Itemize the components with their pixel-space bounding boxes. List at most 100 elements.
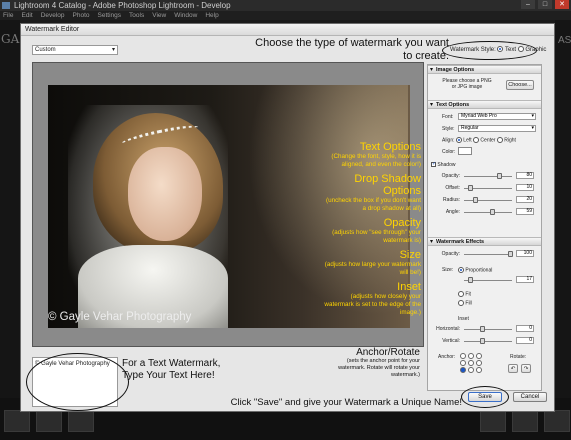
annotation-opacity: Opacity (adjusts how "see through" your … (323, 217, 421, 245)
anchor-middle-left[interactable] (460, 360, 466, 366)
minimize-icon[interactable]: – (521, 0, 535, 9)
shadow-opacity-value[interactable]: 80 (516, 172, 534, 179)
lightroom-app-icon (2, 2, 10, 9)
shadow-opacity-track[interactable] (464, 176, 512, 177)
menu-file[interactable]: File (3, 11, 13, 20)
size-fit-radio[interactable] (458, 291, 464, 297)
font-select-value: Myriad Web Pro (461, 113, 497, 119)
annotation-desc: (Change the font, style, how it is align… (331, 153, 421, 168)
style-label: Style: (442, 126, 455, 132)
align-left-radio[interactable] (455, 137, 462, 143)
shadow-angle-slider[interactable] (490, 209, 495, 215)
preset-select[interactable]: Custom ▾ (32, 45, 118, 55)
filmstrip-thumbnail[interactable] (4, 410, 30, 432)
anchor-top-center[interactable] (468, 353, 474, 359)
rotate-right-icon[interactable]: ↷ (521, 364, 531, 373)
size-fill-radio[interactable] (458, 300, 464, 306)
anchor-bottom-left[interactable] (460, 367, 466, 373)
filmstrip-thumbnail[interactable] (36, 410, 62, 432)
effects-opacity-value[interactable]: 100 (516, 250, 534, 257)
shadow-radius-slider[interactable] (473, 197, 478, 203)
font-label: Font: (442, 114, 454, 120)
font-select[interactable]: Myriad Web Pro ▾ (458, 113, 536, 120)
filmstrip-thumbnail[interactable] (512, 410, 538, 432)
rotate-label: Rotate: (510, 354, 527, 360)
section-text-options[interactable]: Text Options (428, 100, 541, 109)
window-controls: – □ ✕ (521, 0, 569, 9)
image-options-note: Please choose a PNG or JPG image (442, 78, 492, 90)
shadow-opacity-slider[interactable] (497, 173, 502, 179)
size-proportional-radio[interactable] (458, 267, 464, 273)
photo-face (128, 147, 202, 241)
preview-watermark-text: © Gayle Vehar Photography (48, 311, 192, 323)
align-center-radio[interactable] (473, 137, 480, 143)
anchor-top-left[interactable] (460, 353, 466, 359)
horizontal-value[interactable]: 0 (516, 325, 534, 332)
anchor-grid (460, 353, 483, 373)
anchor-top-right[interactable] (476, 353, 482, 359)
cancel-button[interactable]: Cancel (513, 392, 547, 402)
size-proportional-label: Proportional (465, 267, 493, 274)
annotation-anchor-rotate: Anchor/Rotate (sets the anchor point for… (322, 347, 420, 379)
choose-image-button[interactable]: Choose... (506, 80, 534, 90)
anchor-bottom-center[interactable] (468, 367, 474, 373)
shadow-angle-track[interactable] (464, 212, 512, 213)
annotation-inset: Inset (adjusts how closely your watermar… (323, 281, 421, 317)
section-watermark-effects[interactable]: Watermark Effects (428, 237, 541, 246)
close-icon[interactable]: ✕ (555, 0, 569, 9)
align-right-label: Right (504, 137, 516, 144)
dialog-title: Watermark Editor (21, 24, 554, 36)
align-right-radio[interactable] (496, 137, 503, 143)
filmstrip-thumbnail[interactable] (68, 410, 94, 432)
horizontal-slider[interactable] (480, 326, 485, 332)
watermark-editor-dialog: Watermark Editor Custom ▾ Choose the typ… (20, 23, 555, 412)
menu-photo[interactable]: Photo (73, 11, 90, 20)
text-color-swatch[interactable] (458, 147, 472, 155)
highlight-oval-text (26, 353, 129, 411)
section-image-options[interactable]: Image Options (428, 65, 541, 74)
rotate-left-icon[interactable]: ↶ (508, 364, 518, 373)
style-text-radio[interactable] (497, 46, 504, 53)
anchor-bottom-right[interactable] (476, 367, 482, 373)
style-graphic-radio[interactable] (517, 46, 524, 53)
shadow-radius-track[interactable] (464, 200, 512, 201)
app-menubar: File Edit Develop Photo Settings Tools V… (0, 11, 571, 20)
anchor-center[interactable] (468, 360, 474, 366)
shadow-offset-value[interactable]: 10 (516, 184, 534, 191)
shadow-offset-slider[interactable] (468, 185, 473, 191)
shadow-checkbox[interactable] (431, 161, 436, 168)
effects-opacity-slider[interactable] (508, 251, 513, 257)
shadow-angle-value[interactable]: 59 (516, 208, 534, 215)
color-label: Color: (442, 149, 456, 155)
vertical-value[interactable]: 0 (516, 337, 534, 344)
vertical-slider[interactable] (480, 338, 485, 344)
align-group: Align: Left Center Right (442, 137, 516, 143)
annotation-size: Size (adjusts how large your watermark w… (323, 249, 421, 277)
menu-tools[interactable]: Tools (129, 11, 144, 20)
menu-view[interactable]: View (152, 11, 166, 20)
annotation-heading: Drop Shadow Options (354, 173, 421, 197)
menu-help[interactable]: Help (205, 11, 218, 20)
menu-window[interactable]: Window (174, 11, 197, 20)
shadow-radius-value[interactable]: 20 (516, 196, 534, 203)
effects-opacity-track[interactable] (464, 254, 512, 255)
anchor-middle-right[interactable] (476, 360, 482, 366)
callout-text-entry: For a Text Watermark, Type Your Text Her… (122, 358, 221, 381)
style-select[interactable]: Regular ▾ (458, 125, 536, 132)
menu-edit[interactable]: Edit (21, 11, 32, 20)
filmstrip-thumbnail[interactable] (544, 410, 570, 432)
callout-watermark-style: Choose the type of watermark you want to… (255, 37, 449, 62)
watermark-style-group: Watermark Style: Text Graphic (442, 41, 546, 60)
filmstrip-thumbnail[interactable] (480, 410, 506, 432)
size-value[interactable]: 17 (516, 276, 534, 283)
menu-develop[interactable]: Develop (41, 11, 65, 20)
horizontal-track[interactable] (464, 329, 512, 330)
vertical-track[interactable] (464, 341, 512, 342)
annotation-heading: Size (399, 249, 421, 261)
menu-settings[interactable]: Settings (98, 11, 122, 20)
style-select-value: Regular (461, 125, 479, 131)
maximize-icon[interactable]: □ (538, 0, 552, 9)
size-slider[interactable] (468, 277, 473, 283)
annotation-desc: (adjusts how closely your watermark is s… (324, 293, 421, 316)
annotation-desc: (uncheck the box if you don't want a dro… (325, 197, 421, 212)
